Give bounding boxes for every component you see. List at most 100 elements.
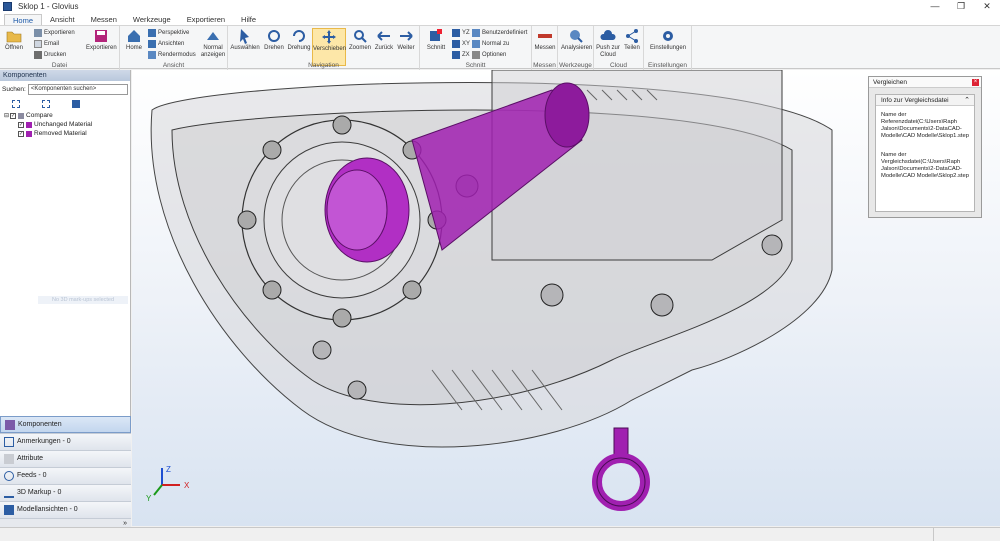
nav-model-views[interactable]: Modellansichten - 0: [0, 501, 131, 518]
render-icon: [148, 50, 156, 59]
tree-toolbar: [0, 97, 130, 111]
tree-checkbox[interactable]: ✓: [10, 112, 17, 119]
assembly-icon: [18, 112, 25, 119]
attributes-icon: [4, 454, 14, 464]
export-button-label: Exportieren: [86, 45, 117, 51]
compare-info-text: Name der Referenzdatei(C:\Users\Raph Jal…: [876, 106, 974, 180]
normal-view-button[interactable]: Normal anzeigen: [200, 28, 226, 59]
views-label: Ansichten: [158, 40, 185, 47]
xy-plane-icon: [452, 39, 460, 48]
analyze-button[interactable]: Analysieren: [561, 28, 593, 52]
nav-attributes[interactable]: Attribute: [0, 450, 131, 467]
collapse-all-icon[interactable]: [42, 100, 50, 108]
panel-nav-list: Komponenten Anmerkungen - 0 Attribute Fe…: [0, 416, 131, 528]
expand-all-icon[interactable]: [12, 100, 20, 108]
group-label-cloud: Cloud: [610, 62, 627, 69]
yz-plane-item[interactable]: YZ: [452, 28, 470, 37]
nav-annotations[interactable]: Anmerkungen - 0: [0, 433, 131, 450]
group-datei: Öffnen Exportieren Email Drucken Exporti…: [0, 26, 120, 70]
axis-z-label: Z: [166, 465, 171, 474]
nav-feeds[interactable]: Feeds - 0: [0, 467, 131, 484]
measure-button[interactable]: Messen: [533, 28, 557, 52]
nav-components[interactable]: Komponenten: [0, 416, 131, 433]
maximize-button[interactable]: ❐: [948, 0, 974, 13]
cube-icon: [148, 28, 156, 37]
tab-exportieren[interactable]: Exportieren: [179, 14, 233, 25]
move-icon: [322, 30, 336, 44]
email-menu-item[interactable]: Email: [34, 39, 59, 48]
tree-node-root[interactable]: ⊟ ✓ Compare: [4, 111, 130, 120]
zx-plane-item[interactable]: ZX: [452, 50, 470, 59]
xy-plane-item[interactable]: XY: [452, 39, 470, 48]
group-label-einstellungen: Einstellungen: [647, 62, 688, 69]
normal-to-label: Normal zu: [482, 40, 510, 47]
open-button[interactable]: Öffnen: [2, 28, 26, 52]
minimize-button[interactable]: —: [922, 0, 948, 13]
tab-messen[interactable]: Messen: [83, 14, 125, 25]
group-schnitt: Schnitt YZ XY ZX Benutzerdefiniert Norma…: [420, 26, 532, 70]
export-button[interactable]: Exportieren: [86, 28, 117, 52]
export-menu-item[interactable]: Exportieren: [34, 28, 75, 37]
group-label-datei: Datei: [51, 62, 68, 69]
tree-collapse-icon[interactable]: ⊟: [4, 112, 9, 119]
normal-to-item[interactable]: Normal zu: [472, 39, 509, 48]
analyze-label: Analysieren: [561, 45, 593, 51]
tree-node-removed[interactable]: ✓ Removed Material: [4, 129, 130, 138]
perspective-item[interactable]: Perspektive: [148, 28, 189, 37]
tree-checkbox[interactable]: ✓: [18, 130, 24, 137]
nav-markup-label: 3D Markup - 0: [17, 489, 62, 496]
close-icon[interactable]: ×: [972, 79, 979, 86]
nav-feeds-label: Feeds - 0: [17, 472, 47, 479]
push-cloud-button[interactable]: Push zur Cloud: [596, 28, 620, 59]
cursor-icon: [240, 29, 249, 44]
tree-checkbox[interactable]: ✓: [18, 121, 24, 128]
comparison-file-text: Name der Vergleichsdatei(C:\Users\Raph J…: [881, 152, 969, 179]
settings-button[interactable]: Einstellungen: [650, 28, 686, 52]
home-view-button[interactable]: Home: [122, 28, 146, 52]
tab-ansicht[interactable]: Ansicht: [42, 14, 83, 25]
spin-button[interactable]: Drehung: [287, 28, 311, 52]
component-search-input[interactable]: <Komponenten suchen>: [27, 83, 128, 95]
custom-section-item[interactable]: Benutzerdefiniert: [472, 28, 527, 37]
share-button[interactable]: Teilen: [620, 28, 644, 52]
print-menu-item[interactable]: Drucken: [34, 50, 66, 59]
tab-hilfe[interactable]: Hilfe: [233, 14, 264, 25]
pen-icon: [4, 488, 14, 498]
back-button[interactable]: Zurück: [372, 28, 396, 52]
nav-components-label: Komponenten: [18, 420, 62, 428]
spin-icon: [293, 30, 305, 42]
save-icon: [95, 30, 107, 42]
group-messen: Messen Messen: [532, 26, 558, 70]
xy-label: XY: [462, 40, 471, 47]
open-label: Öffnen: [5, 45, 23, 51]
group-label-werkzeuge: Werkzeuge: [559, 62, 592, 69]
section-button[interactable]: Schnitt: [424, 28, 448, 52]
forward-button[interactable]: Weiter: [394, 28, 418, 52]
nav-markup[interactable]: 3D Markup - 0: [0, 484, 131, 501]
close-button[interactable]: ✕: [974, 0, 1000, 13]
rotate-button[interactable]: Drehen: [262, 28, 286, 52]
select-button[interactable]: Auswählen: [230, 28, 260, 52]
tab-home[interactable]: Home: [4, 14, 43, 25]
zoom-button[interactable]: Zoomen: [348, 28, 372, 52]
move-button[interactable]: Verschieben: [312, 28, 346, 66]
copy-icon[interactable]: [72, 100, 80, 108]
chevron-up-icon[interactable]: ⌃: [964, 95, 970, 106]
ghost-hint: No 3D mark-ups selected: [38, 296, 128, 304]
rendermode-item[interactable]: Rendermodus: [148, 50, 196, 59]
window-controls: — ❐ ✕: [922, 0, 1000, 13]
views-item[interactable]: Ansichten: [148, 39, 184, 48]
tab-werkzeuge[interactable]: Werkzeuge: [125, 14, 179, 25]
gear-icon: [663, 31, 673, 41]
axis-x-label: X: [184, 481, 190, 490]
share-label: Teilen: [624, 45, 640, 51]
tree-node-unchanged[interactable]: ✓ Unchanged Material: [4, 120, 130, 129]
options-icon: [472, 50, 480, 59]
normal-view-label: Normal anzeigen: [200, 45, 226, 58]
compare-info-header[interactable]: Info zur Vergleichsdatei ⌃: [876, 95, 974, 106]
section-options-item[interactable]: Optionen: [472, 50, 506, 59]
search-label: Suchen:: [2, 85, 26, 93]
reference-file-text: Name der Referenzdatei(C:\Users\Raph Jal…: [881, 112, 969, 139]
component-tree: ⊟ ✓ Compare ✓ Unchanged Material ✓ Remov…: [0, 111, 130, 138]
axis-y-label: Y: [146, 494, 152, 503]
